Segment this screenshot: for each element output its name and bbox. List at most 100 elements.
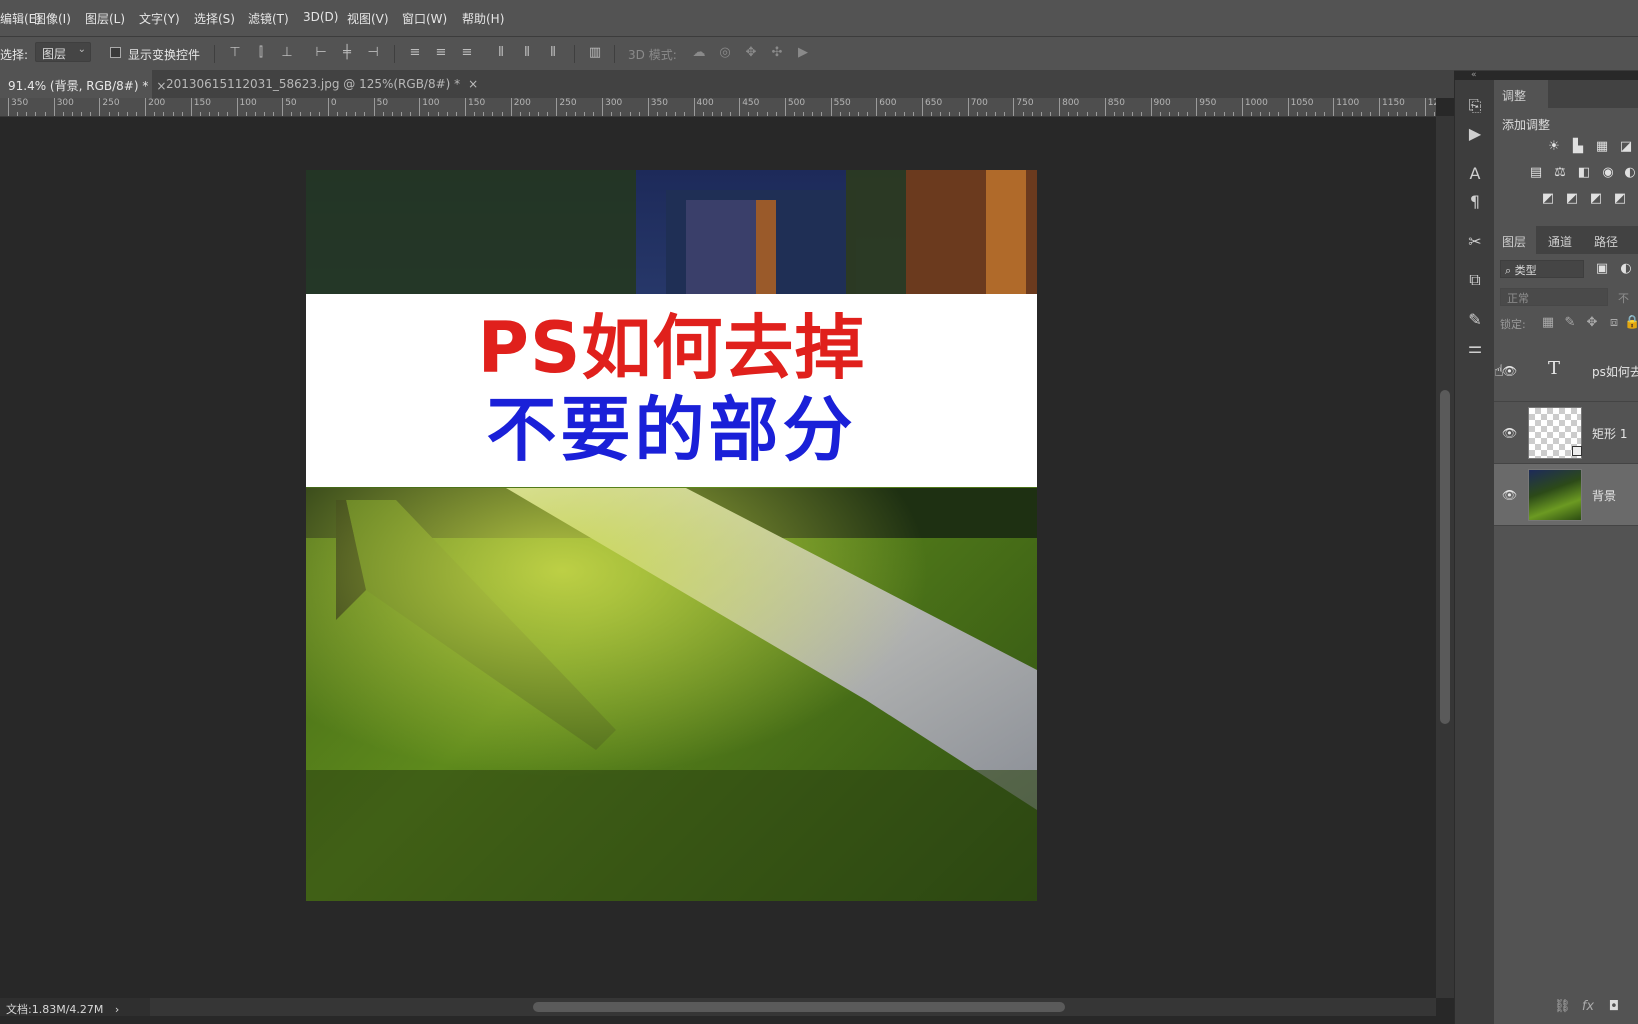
photo-filter-icon[interactable]: ◉: [1600, 166, 1616, 180]
menu-type[interactable]: 文字(Y): [139, 10, 180, 27]
distribute-bottom-icon[interactable]: ≡: [460, 46, 474, 60]
paragraph-icon[interactable]: ¶: [1465, 192, 1485, 212]
ruler-minor-tick: [263, 112, 265, 116]
menu-filter[interactable]: 滤镜(T): [248, 10, 289, 27]
character-icon[interactable]: A: [1465, 164, 1485, 184]
add-mask-icon[interactable]: ◘: [1606, 1000, 1622, 1014]
posterize-icon[interactable]: ◩: [1564, 192, 1580, 206]
ruler-tick: [53, 98, 55, 116]
align-right-icon[interactable]: ⊣: [366, 46, 380, 60]
menu-window[interactable]: 窗口(W): [402, 10, 447, 27]
menu-view[interactable]: 视图(V): [347, 10, 389, 27]
lock-label: 锁定:: [1500, 318, 1526, 331]
show-transform-checkbox[interactable]: [110, 47, 121, 58]
layer-name[interactable]: 背景: [1592, 487, 1616, 504]
horizontal-ruler: 350 300 250 200 150 100 50 0 50 100 150 200 250 300 35…: [0, 98, 1436, 117]
tab-layers[interactable]: 图层: [1494, 226, 1536, 254]
blend-mode-dropdown[interactable]: 正常: [1500, 288, 1608, 306]
ruler-minor-tick: [839, 112, 841, 116]
tab-paths[interactable]: 路径: [1586, 226, 1628, 254]
menu-help[interactable]: 帮助(H): [462, 10, 504, 27]
3d-roll-icon[interactable]: ◎: [718, 46, 732, 60]
tool-presets-icon[interactable]: ✂: [1465, 232, 1485, 252]
actions-play-icon[interactable]: ▶: [1465, 124, 1485, 144]
link-layers-icon[interactable]: ⛓: [1554, 1000, 1571, 1014]
distribute-hcenter-icon[interactable]: ⦀: [520, 46, 534, 60]
menu-layer[interactable]: 图层(L): [85, 10, 125, 27]
distribute-vcenter-icon[interactable]: ≡: [434, 46, 448, 60]
visibility-eye-icon[interactable]: 👁: [1502, 364, 1517, 378]
3d-orbit-icon[interactable]: ☁: [692, 46, 706, 60]
document-canvas[interactable]: PS如何去掉 不要的部分: [306, 170, 1037, 901]
3d-pan-icon[interactable]: ✥: [744, 46, 758, 60]
threshold-icon[interactable]: ◩: [1588, 192, 1604, 206]
color-balance-icon[interactable]: ⚖: [1552, 166, 1568, 180]
ruler-minor-tick: [71, 112, 73, 116]
ruler-minor-tick: [181, 112, 183, 116]
document-tab-bar: 91.4% (背景, RGB/8#) * × 20130615112031_586…: [0, 70, 1454, 98]
layer-row-background[interactable]: 👁 背景: [1494, 464, 1638, 526]
curves-icon[interactable]: ▦: [1594, 140, 1610, 154]
align-top-icon[interactable]: ⊤: [228, 46, 242, 60]
ruler-minor-tick: [1296, 112, 1298, 116]
ruler-tick: [876, 98, 878, 116]
ruler-minor-tick: [446, 112, 448, 116]
gradient-map-icon[interactable]: ◩: [1612, 192, 1628, 206]
properties-icon[interactable]: ⚌: [1465, 338, 1485, 358]
menu-3d[interactable]: 3D(D): [303, 10, 338, 24]
visibility-eye-icon[interactable]: 👁: [1502, 426, 1517, 440]
lock-artboard-icon[interactable]: ⧈: [1606, 316, 1622, 330]
fx-icon[interactable]: fx: [1580, 1000, 1596, 1014]
horizontal-scroll-thumb[interactable]: [533, 1002, 1065, 1012]
menu-image[interactable]: 图像(I): [34, 10, 71, 27]
black-white-icon[interactable]: ◧: [1576, 166, 1592, 180]
distribute-left-icon[interactable]: ⦀: [494, 46, 508, 60]
menu-select[interactable]: 选择(S): [194, 10, 235, 27]
vertical-scroll-thumb[interactable]: [1440, 390, 1450, 724]
levels-icon[interactable]: ▙: [1570, 140, 1586, 154]
collapse-icon[interactable]: «: [1471, 70, 1477, 80]
layer-row-text[interactable]: 👁 T ps如何去: [1494, 340, 1638, 402]
invert-icon[interactable]: ◩: [1540, 192, 1556, 206]
lock-pixels-icon[interactable]: ✎: [1562, 316, 1578, 330]
channel-mixer-icon[interactable]: ◐: [1622, 166, 1638, 180]
lock-transparent-icon[interactable]: ▦: [1540, 316, 1556, 330]
title-line-1: PS如何去掉: [477, 307, 866, 389]
brightness-icon[interactable]: ☀: [1546, 140, 1562, 154]
close-icon[interactable]: ×: [468, 77, 478, 91]
image-filter-icon[interactable]: ▣: [1594, 262, 1610, 276]
tab-adjustments[interactable]: 调整: [1494, 80, 1548, 108]
distribute-right-icon[interactable]: ⦀: [546, 46, 560, 60]
tab-channels[interactable]: 通道: [1540, 226, 1582, 254]
brush-icon[interactable]: ✎: [1465, 310, 1485, 330]
layer-row-shape[interactable]: 👁 矩形 1: [1494, 402, 1638, 464]
vibrance-icon[interactable]: ▤: [1528, 166, 1544, 180]
tab-document-2[interactable]: 20130615112031_58623.jpg @ 125%(RGB/8#) …: [158, 70, 478, 98]
document-size-info: 文档:1.83M/4.27M: [6, 1003, 104, 1016]
chevron-right-icon[interactable]: ›: [115, 1003, 119, 1016]
lock-all-icon[interactable]: 🔒: [1624, 316, 1638, 330]
align-vcenter-icon[interactable]: ⫿: [254, 46, 268, 60]
visibility-eye-icon[interactable]: 👁: [1502, 488, 1517, 502]
adjustment-filter-icon[interactable]: ◐: [1618, 262, 1634, 276]
3d-slide-icon[interactable]: ✣: [770, 46, 784, 60]
3d-icon[interactable]: ⧉: [1465, 270, 1485, 290]
layer-name[interactable]: 矩形 1: [1592, 425, 1627, 442]
align-bottom-icon[interactable]: ⊥: [280, 46, 294, 60]
divider: [574, 45, 575, 63]
ruler-minor-tick: [1433, 112, 1435, 116]
exposure-icon[interactable]: ◪: [1618, 140, 1634, 154]
ruler-minor-tick: [620, 112, 622, 116]
distribute-top-icon[interactable]: ≡: [408, 46, 422, 60]
layer-name[interactable]: ps如何去: [1592, 363, 1638, 380]
auto-select-dropdown[interactable]: 图层 ⌄: [35, 42, 91, 62]
tab-active-document[interactable]: 91.4% (背景, RGB/8#) * ×: [0, 70, 166, 98]
3d-scale-icon[interactable]: ▶: [796, 46, 810, 60]
align-left-icon[interactable]: ⊢: [314, 46, 328, 60]
ruler-tick: [465, 98, 466, 116]
lock-position-icon[interactable]: ✥: [1584, 316, 1600, 330]
align-hcenter-icon[interactable]: ╪: [340, 46, 354, 60]
history-icon[interactable]: ⎘: [1465, 96, 1485, 116]
layer-filter-dropdown[interactable]: ⌕ 类型: [1500, 260, 1584, 278]
auto-align-icon[interactable]: ▥: [588, 46, 602, 60]
